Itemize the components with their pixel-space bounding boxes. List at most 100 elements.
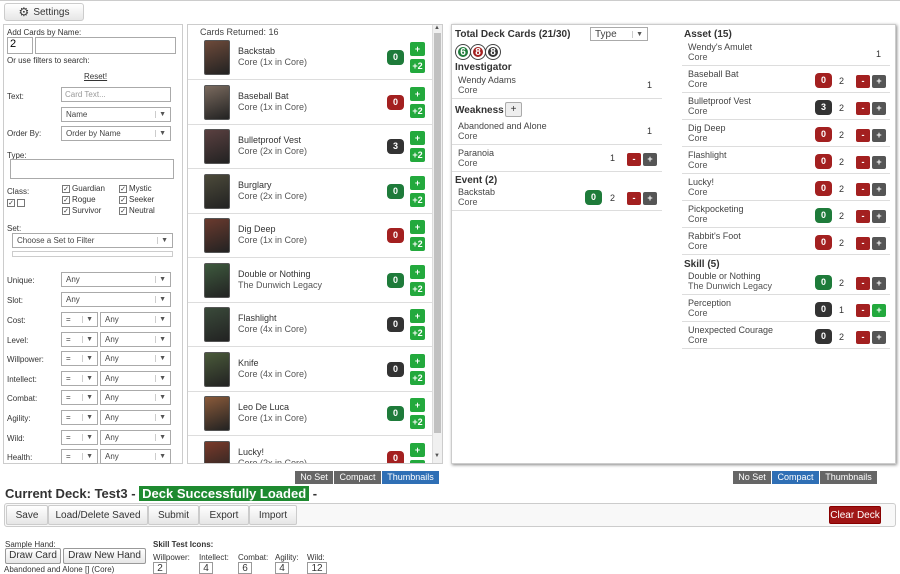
set-select[interactable]: Choose a Set to Filter ▼	[12, 233, 173, 248]
load-delete-button[interactable]: Load/Delete Saved	[48, 505, 148, 525]
remove-card-button[interactable]: -	[856, 75, 870, 88]
import-button[interactable]: Import	[249, 505, 297, 525]
remove-card-button[interactable]: -	[856, 129, 870, 142]
remove-card-button[interactable]: -	[856, 277, 870, 290]
add-one-button[interactable]: +	[410, 442, 425, 457]
card-thumbnail[interactable]	[204, 40, 230, 75]
deck-card-name[interactable]: Perception	[688, 298, 731, 308]
stat-value-select[interactable]: Any ▼	[100, 312, 171, 327]
deck-card-name[interactable]: Rabbit's Foot	[688, 231, 741, 241]
remove-card-button[interactable]: -	[856, 237, 870, 250]
card-name[interactable]: Baseball Bat	[238, 91, 289, 101]
settings-button[interactable]: ⚙ Settings	[4, 3, 84, 21]
add-one-button[interactable]: +	[410, 220, 425, 234]
add-card-button[interactable]: +	[872, 102, 886, 115]
text-field-select[interactable]: Name ▼	[61, 107, 171, 122]
stat-value-select[interactable]: Any ▼	[100, 429, 171, 445]
card-name[interactable]: Knife	[238, 358, 259, 368]
card-thumbnail[interactable]	[204, 129, 230, 164]
remove-card-button[interactable]: -	[856, 304, 870, 317]
add-one-button[interactable]: +	[410, 264, 425, 279]
add-one-button[interactable]: +	[410, 42, 425, 56]
quantity-input[interactable]: 2	[7, 37, 33, 54]
card-name-input[interactable]	[35, 37, 176, 54]
add-two-button[interactable]: +2	[410, 415, 425, 429]
stat-operator-select[interactable]: = ▼	[61, 312, 98, 327]
deck-card-name[interactable]: Wendy's Amulet	[688, 42, 752, 52]
stat-value-select[interactable]: Any ▼	[100, 449, 171, 465]
view-toggle-compact[interactable]: Compact	[772, 471, 819, 484]
deck-card-name[interactable]: Pickpocketing	[688, 204, 744, 214]
add-card-button[interactable]: +	[643, 153, 657, 166]
card-row[interactable]: Baseball Bat Core (1x in Core) 0 + +2	[188, 81, 432, 125]
card-thumbnail[interactable]	[204, 218, 230, 253]
deck-card-name[interactable]: Abandoned and Alone	[458, 121, 547, 131]
deck-card-name[interactable]: Paranoia	[458, 148, 494, 158]
view-toggle-compact[interactable]: Compact	[334, 471, 381, 484]
save-button[interactable]: Save	[6, 505, 48, 525]
card-row[interactable]: Bulletproof Vest Core (2x in Core) 3 + +…	[188, 125, 432, 169]
stat-operator-select[interactable]: = ▼	[61, 449, 98, 465]
add-card-button[interactable]: +	[872, 75, 886, 88]
stat-value-select[interactable]: Any ▼	[100, 370, 171, 386]
add-one-button[interactable]: +	[410, 309, 425, 323]
card-name[interactable]: Double or Nothing	[238, 269, 311, 279]
checkbox-none[interactable]	[17, 198, 25, 207]
class-rogue[interactable]: ✓ Rogue	[62, 194, 96, 205]
deck-card-name[interactable]: Baseball Bat	[688, 69, 739, 79]
add-two-button[interactable]: +2	[410, 103, 425, 118]
deck-card-name[interactable]: Dig Deep	[688, 123, 726, 133]
remove-card-button[interactable]: -	[856, 331, 870, 344]
remove-card-button[interactable]: -	[856, 156, 870, 169]
card-thumbnail[interactable]	[204, 84, 230, 120]
view-toggle-thumbnails[interactable]: Thumbnails	[820, 471, 877, 484]
add-two-button[interactable]: +2	[410, 192, 425, 207]
card-thumbnail[interactable]	[204, 351, 230, 387]
add-two-button[interactable]: +2	[410, 459, 425, 463]
card-thumbnail[interactable]	[204, 307, 230, 342]
remove-card-button[interactable]: -	[856, 210, 870, 223]
stat-operator-select[interactable]: = ▼	[61, 351, 98, 367]
class-neutral[interactable]: ✓ Neutral	[119, 205, 155, 216]
stat-value-select[interactable]: Any ▼	[100, 331, 171, 347]
add-card-button[interactable]: +	[872, 183, 886, 196]
card-name[interactable]: Bulletproof Vest	[238, 135, 301, 145]
deck-card-name[interactable]: Double or Nothing	[688, 271, 761, 281]
class-all-checkboxes[interactable]: ✓	[7, 197, 27, 207]
card-row[interactable]: Burglary Core (2x in Core) 0 + +2	[188, 170, 432, 214]
add-two-button[interactable]: +2	[410, 237, 425, 251]
card-row[interactable]: Lucky! Core (2x in Core) 0 + +2	[188, 437, 432, 463]
add-card-button[interactable]: +	[872, 156, 886, 169]
add-one-button[interactable]: +	[410, 398, 425, 412]
card-name[interactable]: Lucky!	[238, 447, 264, 457]
add-weakness-button[interactable]: +	[505, 102, 522, 117]
export-button[interactable]: Export	[199, 505, 249, 525]
stat-value-select[interactable]: Any ▼	[100, 410, 171, 425]
card-name[interactable]: Leo De Luca	[238, 402, 289, 412]
slot-select[interactable]: Any ▼	[61, 292, 171, 307]
card-row[interactable]: Double or Nothing The Dunwich Legacy 0 +…	[188, 259, 432, 303]
deck-sort-select[interactable]: Type ▼	[590, 27, 648, 41]
deck-card-name[interactable]: Unexpected Courage	[688, 325, 773, 335]
order-select[interactable]: Order by Name ▼	[61, 126, 171, 141]
card-name[interactable]: Backstab	[238, 46, 275, 56]
stat-operator-select[interactable]: = ▼	[61, 331, 98, 347]
view-toggle-no-set[interactable]: No Set	[295, 471, 333, 484]
card-name[interactable]: Flashlight	[238, 313, 277, 323]
class-guardian[interactable]: ✓ Guardian	[62, 183, 105, 194]
add-card-button[interactable]: +	[643, 192, 657, 205]
stat-value-select[interactable]: Any ▼	[100, 390, 171, 406]
add-one-button[interactable]: +	[410, 175, 425, 190]
class-seeker[interactable]: ✓ Seeker	[119, 194, 154, 205]
deck-card-name[interactable]: Bulletproof Vest	[688, 96, 751, 106]
card-row[interactable]: Flashlight Core (4x in Core) 0 + +2	[188, 303, 432, 347]
clear-deck-button[interactable]: Clear Deck	[829, 506, 881, 524]
card-thumbnail[interactable]	[204, 440, 230, 463]
unique-select[interactable]: Any ▼	[61, 272, 171, 287]
results-scrollbar[interactable]: ▲ ▼	[432, 25, 442, 463]
deck-card-name[interactable]: Lucky!	[688, 177, 714, 187]
card-thumbnail[interactable]	[204, 173, 230, 209]
card-row[interactable]: Backstab Core (1x in Core) 0 + +2	[188, 36, 432, 80]
stat-operator-select[interactable]: = ▼	[61, 370, 98, 386]
card-name[interactable]: Burglary	[238, 180, 272, 190]
